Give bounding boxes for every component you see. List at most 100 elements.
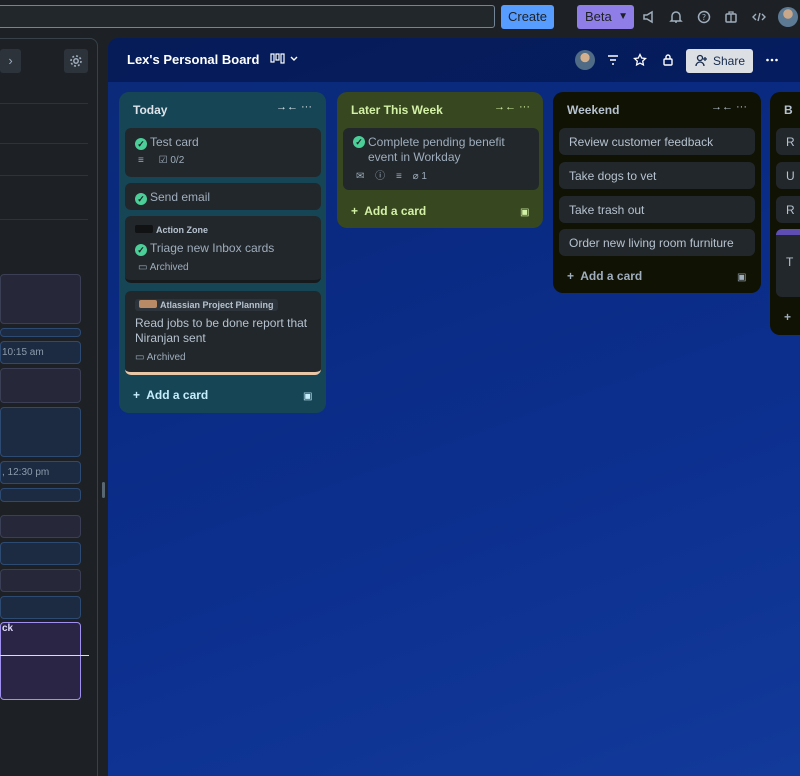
lock-icon[interactable]: [659, 51, 677, 69]
board-header: Lex's Personal Board Share: [108, 38, 800, 82]
card-title-row: ✓ Triage new Inbox cards: [135, 241, 311, 256]
checklist-count: 0/2: [170, 155, 185, 166]
list-today[interactable]: Today →← ··· ✓ Test card ≡ ☑ 0/2 ✓ Send em…: [119, 92, 326, 413]
card-title: T: [786, 255, 794, 269]
calendar-event[interactable]: [0, 407, 81, 457]
add-card-button[interactable]: + Add a card: [567, 269, 642, 283]
card[interactable]: Atlassian Project Planning Read jobs to …: [125, 291, 321, 375]
calendar-event[interactable]: , 12:30 pm: [0, 461, 81, 484]
card[interactable]: Review customer feedback: [559, 128, 755, 155]
card-title: Take trash out: [569, 203, 645, 217]
svg-text:?: ?: [702, 13, 706, 22]
help-icon[interactable]: ?: [695, 8, 713, 26]
more-icon[interactable]: ···: [736, 101, 747, 113]
board-thumbnail: [139, 300, 157, 308]
plus-icon[interactable]: +: [784, 310, 791, 324]
bell-icon[interactable]: [667, 8, 685, 26]
archived-status: Archived: [149, 262, 189, 273]
top-navigation-bar: Create Beta ▼ ?: [0, 0, 800, 33]
calendar-event[interactable]: [0, 328, 81, 337]
briefcase-icon[interactable]: [722, 8, 740, 26]
plus-icon: +: [133, 388, 141, 402]
beta-button[interactable]: Beta ▼: [577, 5, 634, 29]
info-icon: ⓘ: [375, 171, 386, 182]
resize-handle[interactable]: [102, 482, 105, 498]
calendar-event[interactable]: [0, 274, 81, 324]
add-card-label: Add a card: [146, 388, 209, 402]
email-icon: ✉: [356, 171, 365, 182]
calendar-event[interactable]: [0, 368, 81, 403]
share-button[interactable]: Share: [686, 49, 753, 73]
gear-icon[interactable]: [64, 49, 88, 73]
archive-icon: ▭: [138, 262, 148, 273]
create-button[interactable]: Create: [501, 5, 554, 29]
more-icon[interactable]: ···: [519, 101, 530, 113]
divider: [0, 219, 88, 220]
code-icon[interactable]: [750, 8, 768, 26]
star-icon[interactable]: [631, 51, 649, 69]
plus-icon: +: [567, 269, 575, 283]
card[interactable]: U: [776, 162, 800, 189]
card-template-icon[interactable]: ▣: [737, 272, 746, 283]
card[interactable]: Take dogs to vet: [559, 162, 755, 189]
card-title: U: [786, 169, 795, 183]
chevron-right-icon[interactable]: ›: [0, 49, 21, 73]
more-icon[interactable]: ···: [301, 101, 312, 113]
check-icon: ✓: [135, 244, 147, 256]
calendar-event[interactable]: 10:15 am: [0, 341, 81, 364]
card-title-row: ✓ Test card: [135, 135, 311, 150]
divider: [0, 143, 88, 144]
calendar-event[interactable]: [0, 488, 81, 502]
card-title: Read jobs to be done report that Niranja…: [135, 316, 308, 345]
list-partial[interactable]: B R U R T +: [770, 92, 800, 335]
board-title[interactable]: Lex's Personal Board: [127, 52, 259, 67]
megaphone-icon[interactable]: [640, 8, 658, 26]
card[interactable]: Take trash out: [559, 196, 755, 223]
board-view-icon[interactable]: [270, 53, 300, 68]
card[interactable]: ✓ Send email: [125, 183, 321, 210]
filter-icon[interactable]: [604, 51, 622, 69]
card-template-icon[interactable]: ▣: [303, 391, 312, 402]
card[interactable]: Action Zone ✓ Triage new Inbox cards ▭ Ar…: [125, 216, 321, 283]
card-board-label: Atlassian Project Planning: [135, 297, 311, 311]
description-icon: ≡: [138, 155, 144, 166]
card-template-icon[interactable]: ▣: [520, 207, 529, 218]
calendar-event-selected[interactable]: ck: [0, 622, 81, 700]
check-icon: ✓: [135, 138, 147, 150]
add-person-icon: [695, 49, 708, 81]
card[interactable]: Order new living room furniture: [559, 229, 755, 256]
card-board-label: Action Zone: [135, 222, 311, 236]
list-weekend[interactable]: Weekend →← ··· Review customer feedback …: [553, 92, 761, 293]
add-card-button[interactable]: + Add a card: [133, 388, 208, 402]
board-chip: Action Zone: [156, 225, 208, 235]
card-title: Test card: [150, 135, 199, 149]
checklist-icon: ☑: [158, 155, 168, 166]
more-icon[interactable]: [763, 51, 781, 69]
divider: [0, 103, 88, 104]
search-input[interactable]: [0, 5, 495, 28]
event-title: ck: [2, 623, 14, 634]
card-title: R: [786, 203, 795, 217]
calendar-event[interactable]: [0, 515, 81, 538]
collapse-icon[interactable]: →←: [494, 101, 516, 113]
card[interactable]: R: [776, 128, 800, 155]
list-later-this-week[interactable]: Later This Week →← ··· ✓ Complete pending…: [337, 92, 543, 228]
card-title: R: [786, 135, 795, 149]
list-title: Today: [133, 103, 168, 117]
collapse-icon[interactable]: →←: [276, 101, 298, 113]
member-avatar[interactable]: [575, 50, 595, 70]
calendar-event[interactable]: [0, 569, 81, 592]
card[interactable]: T: [776, 229, 800, 297]
card-badges: ▭ Archived: [135, 352, 311, 363]
board-chip: Atlassian Project Planning: [135, 299, 278, 311]
collapse-icon[interactable]: →←: [711, 101, 733, 113]
check-icon: ✓: [135, 193, 147, 205]
add-card-button[interactable]: + Add a card: [351, 204, 426, 218]
user-avatar[interactable]: [778, 7, 798, 27]
card[interactable]: ✓ Complete pending benefit event in Workd…: [343, 128, 539, 190]
card-badges: ▭ Archived: [135, 262, 311, 273]
card[interactable]: ✓ Test card ≡ ☑ 0/2: [125, 128, 321, 177]
calendar-event[interactable]: [0, 596, 81, 619]
calendar-event[interactable]: [0, 542, 81, 565]
card[interactable]: R: [776, 196, 800, 223]
